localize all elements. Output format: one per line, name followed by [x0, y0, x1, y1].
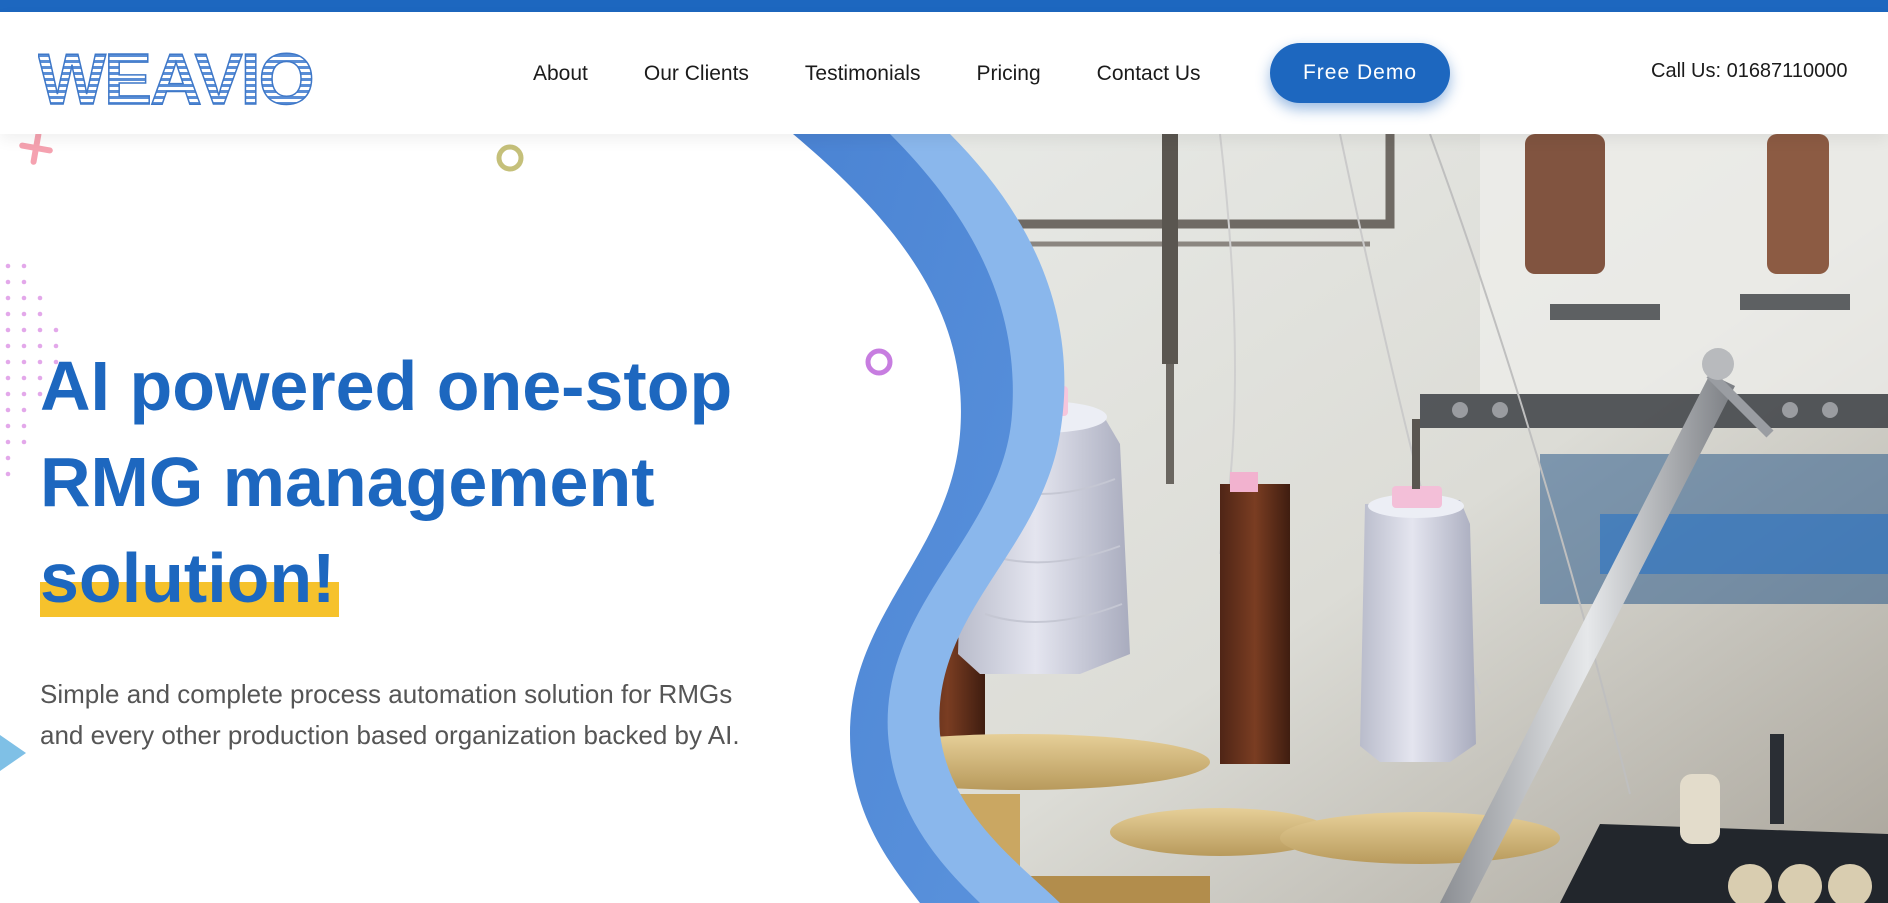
top-accent-stripe: [0, 0, 1888, 12]
nav-pricing[interactable]: Pricing: [976, 62, 1040, 86]
free-demo-button[interactable]: Free Demo: [1270, 43, 1450, 103]
nav-our-clients[interactable]: Our Clients: [644, 62, 749, 86]
nav-contact-us[interactable]: Contact Us: [1097, 62, 1201, 86]
ring-olive-icon: [496, 144, 524, 172]
headline-line-1: AI powered one-stop: [40, 347, 733, 425]
weavio-logo[interactable]: WEAVIO: [38, 42, 348, 112]
hero-headline: AI powered one-stop RMG management solut…: [40, 338, 840, 626]
svg-text:WEAVIO: WEAVIO: [38, 42, 313, 112]
headline-line-2: RMG management: [40, 443, 655, 521]
call-us-phone[interactable]: Call Us: 01687110000: [1651, 60, 1847, 83]
plus-shape-icon: [19, 131, 53, 165]
site-header: WEAVIO About Our Clients Testimonials Pr…: [0, 12, 1888, 134]
main-nav: About Our Clients Testimonials Pricing C…: [533, 62, 1201, 86]
headline-highlight: solution!: [40, 539, 340, 617]
hero-subtitle: Simple and complete process automation s…: [40, 679, 740, 750]
triangle-blue-icon: [0, 735, 26, 771]
nav-testimonials[interactable]: Testimonials: [805, 62, 921, 86]
ring-purple-icon: [865, 348, 893, 376]
nav-about[interactable]: About: [533, 62, 588, 86]
